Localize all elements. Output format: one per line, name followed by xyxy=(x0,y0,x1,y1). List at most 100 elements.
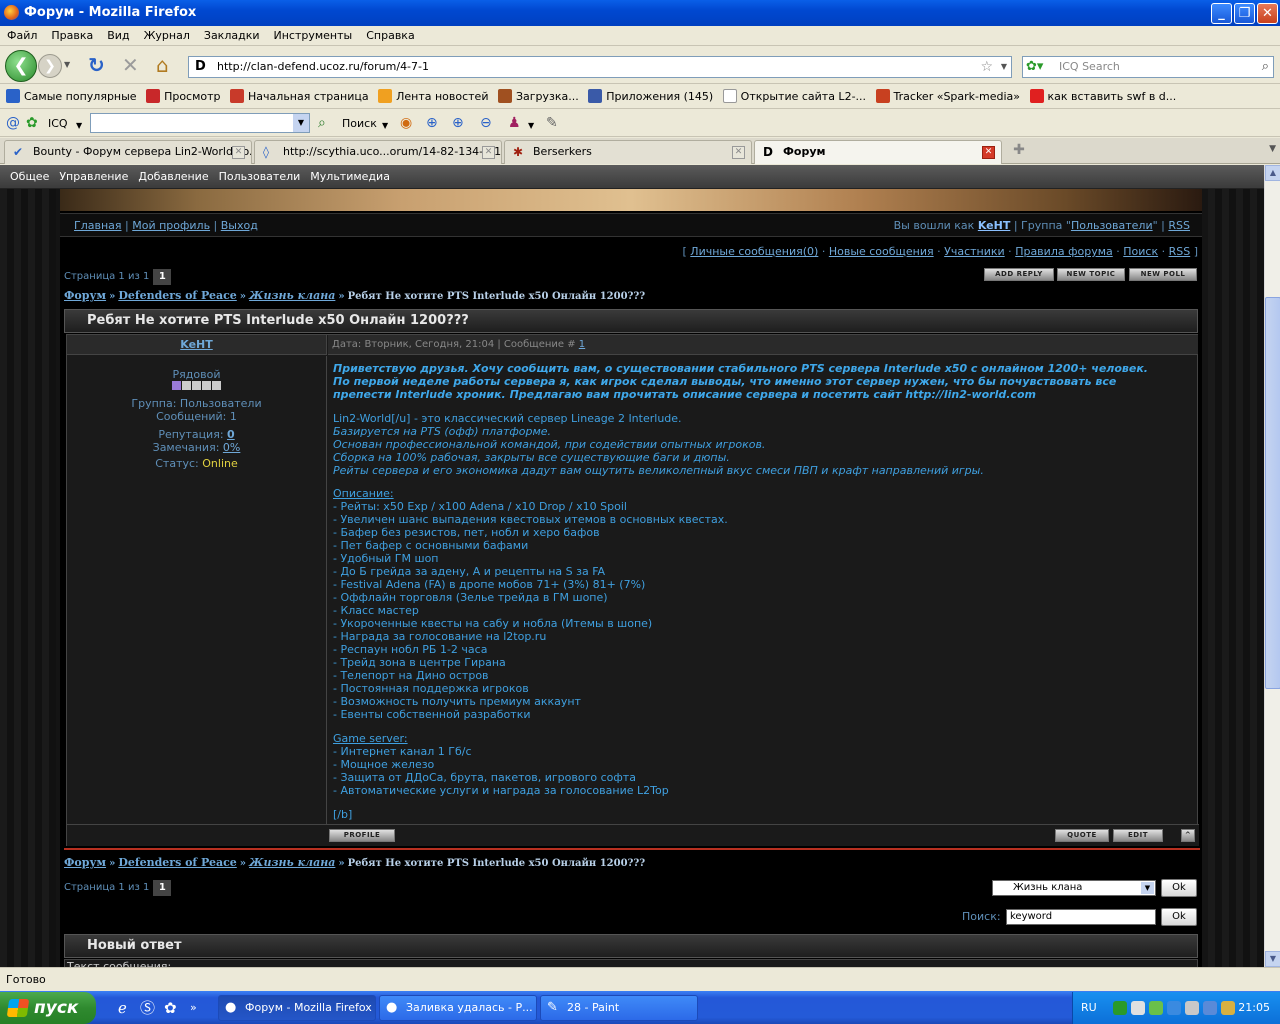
menu-bookmarks[interactable]: Закладки xyxy=(197,26,267,46)
zoom-out-icon[interactable]: ⊖ xyxy=(480,114,492,132)
new-topic-button[interactable]: NEW TOPIC xyxy=(1057,268,1125,281)
scroll-up-icon[interactable]: ▲ xyxy=(1265,165,1280,181)
close-tab-icon[interactable]: ✕ xyxy=(232,146,245,159)
stop-icon[interactable]: ✕ xyxy=(122,54,139,76)
tray-icon[interactable] xyxy=(1131,1001,1145,1015)
tab-forum[interactable]: D Форум ✕ xyxy=(754,140,1002,164)
username-link[interactable]: KeHT xyxy=(978,219,1011,232)
menu-edit[interactable]: Правка xyxy=(44,26,100,46)
scroll-down-icon[interactable]: ▼ xyxy=(1265,951,1280,967)
icq-at-icon[interactable]: @ xyxy=(6,114,20,132)
warnings-link[interactable]: 0% xyxy=(223,441,240,454)
zoom-icon[interactable]: ⊕ xyxy=(452,114,464,132)
forum-search-input[interactable]: keyword xyxy=(1006,909,1156,925)
tray-icon[interactable] xyxy=(1149,1001,1163,1015)
forum-rules-link[interactable]: Правила форума xyxy=(1015,245,1113,258)
skype-icon[interactable]: Ⓢ xyxy=(140,999,155,1017)
forward-button[interactable]: ❯ xyxy=(38,54,62,78)
page-scrollbar[interactable]: ▲ ▼ xyxy=(1264,165,1280,967)
bookmark-item[interactable]: Загрузка... xyxy=(497,85,579,108)
reload-icon[interactable]: ↻ xyxy=(88,54,105,76)
bookmark-item[interactable]: Tracker «Spark-media» xyxy=(875,85,1020,108)
reputation-link[interactable]: 0 xyxy=(227,428,235,441)
user-dropdown-icon[interactable]: ▼ xyxy=(528,117,534,135)
tray-icon[interactable] xyxy=(1203,1001,1217,1015)
tab-bounty[interactable]: ✔ Bounty - Форум сервера Lin2-World.co...… xyxy=(4,140,252,164)
breadcrumb-clan-life[interactable]: Жизнь клана xyxy=(249,856,335,869)
zoom-in-icon[interactable]: ⊕ xyxy=(426,114,438,132)
menu-tools[interactable]: Инструменты xyxy=(267,26,360,46)
chevron-down-icon[interactable]: ▼ xyxy=(1141,882,1154,894)
language-indicator[interactable]: RU xyxy=(1081,992,1097,1024)
breadcrumb-forum[interactable]: Форум xyxy=(64,289,106,302)
menu-view[interactable]: Вид xyxy=(100,26,136,46)
bookmark-item[interactable]: Самые популярные xyxy=(6,85,137,108)
back-button[interactable]: ❮ xyxy=(5,50,37,82)
new-tab-icon[interactable]: ✚ xyxy=(1004,142,1034,162)
tab-list-icon[interactable]: ▼ xyxy=(1269,144,1276,154)
jump-ok-button[interactable]: Ok xyxy=(1161,879,1197,897)
bookmark-item[interactable]: как вставить swf в d... xyxy=(1029,85,1176,108)
icq-icon[interactable]: ✿ xyxy=(164,999,177,1017)
forum-rss-link[interactable]: RSS xyxy=(1169,245,1191,258)
group-link[interactable]: Пользователи xyxy=(1071,219,1153,232)
members-link[interactable]: Участники xyxy=(944,245,1005,258)
task-paint[interactable]: ✎ 28 - Paint xyxy=(540,995,698,1021)
history-dropdown-icon[interactable]: ▼ xyxy=(64,60,70,69)
forum-jump-select[interactable]: Жизнь клана ▼ xyxy=(992,880,1156,896)
page-number-button[interactable]: 1 xyxy=(153,880,172,896)
bookmark-item[interactable]: Приложения (145) xyxy=(588,85,713,108)
minimize-button[interactable]: _ xyxy=(1211,3,1232,24)
private-messages-link[interactable]: Личные сообщения(0) xyxy=(690,245,818,258)
icq-flower-icon[interactable]: ✿ xyxy=(26,114,38,132)
logout-link[interactable]: Выход xyxy=(221,219,258,232)
close-button[interactable]: ✕ xyxy=(1257,3,1278,24)
quote-button[interactable]: QUOTE xyxy=(1055,829,1109,842)
profile-button[interactable]: PROFILE xyxy=(329,829,395,842)
my-profile-link[interactable]: Мой профиль xyxy=(132,219,210,232)
new-messages-link[interactable]: Новые сообщения xyxy=(829,245,934,258)
ie-icon[interactable]: ℯ xyxy=(118,999,127,1017)
url-input[interactable]: D http://clan-defend.ucoz.ru/forum/4-7-1… xyxy=(188,56,1012,78)
tray-icon[interactable] xyxy=(1167,1001,1181,1015)
search-dropdown-icon[interactable]: ▼ xyxy=(382,117,388,135)
search-icon[interactable]: ⌕ xyxy=(318,114,326,132)
post-number-link[interactable]: 1 xyxy=(579,339,585,350)
bookmark-item[interactable]: Начальная страница xyxy=(230,85,369,108)
breadcrumb-defenders[interactable]: Defenders of Peace xyxy=(118,856,236,869)
rss-link[interactable]: RSS xyxy=(1168,219,1190,232)
breadcrumb-defenders[interactable]: Defenders of Peace xyxy=(118,289,236,302)
menu-file[interactable]: Файл xyxy=(0,26,44,46)
ucoz-menu-manage[interactable]: Управление xyxy=(54,165,133,189)
breadcrumb-clan-life[interactable]: Жизнь клана xyxy=(249,289,335,302)
bookmark-item[interactable]: Просмотр xyxy=(146,85,221,108)
tab-scythia[interactable]: ◊ http://scythia.uco...orum/14-82-134-9-1… xyxy=(254,140,502,164)
icq-label[interactable]: ICQ xyxy=(48,115,68,133)
tray-icon[interactable] xyxy=(1185,1001,1199,1015)
home-link[interactable]: Главная xyxy=(74,219,122,232)
edit-button[interactable]: EDIT xyxy=(1113,829,1163,842)
ucoz-menu-general[interactable]: Общее xyxy=(0,165,54,189)
page-number-button[interactable]: 1 xyxy=(153,269,172,285)
home-icon[interactable]: ⌂ xyxy=(156,54,169,76)
toolbar-icon[interactable]: ◉ xyxy=(400,114,412,132)
start-button[interactable]: пуск xyxy=(0,992,96,1024)
breadcrumb-forum[interactable]: Форум xyxy=(64,856,106,869)
tray-icon[interactable] xyxy=(1113,1001,1127,1015)
forum-search-link[interactable]: Поиск xyxy=(1123,245,1158,258)
task-upload[interactable]: ● Заливка удалась - Р... xyxy=(379,995,537,1021)
icq-dropdown-icon[interactable]: ▼ xyxy=(76,117,82,135)
menu-help[interactable]: Справка xyxy=(359,26,421,46)
post-author-link[interactable]: KeHT xyxy=(180,338,213,351)
close-tab-icon[interactable]: ✕ xyxy=(982,146,995,159)
add-reply-button[interactable]: ADD REPLY xyxy=(984,268,1054,281)
bookmark-star-icon[interactable]: ☆ xyxy=(980,57,993,77)
bookmark-item[interactable]: Открытие сайта L2-... xyxy=(722,85,866,108)
close-tab-icon[interactable]: ✕ xyxy=(732,146,745,159)
ucoz-menu-add[interactable]: Добавление xyxy=(133,165,213,189)
icq-search-combo[interactable]: ▼ xyxy=(90,113,310,133)
task-firefox[interactable]: ● Форум - Mozilla Firefox xyxy=(218,995,376,1021)
user-icon[interactable]: ♟ xyxy=(508,114,521,132)
scroll-thumb[interactable] xyxy=(1265,297,1280,689)
search-input[interactable]: ✿▾ ICQ Search ⌕ xyxy=(1022,56,1274,78)
